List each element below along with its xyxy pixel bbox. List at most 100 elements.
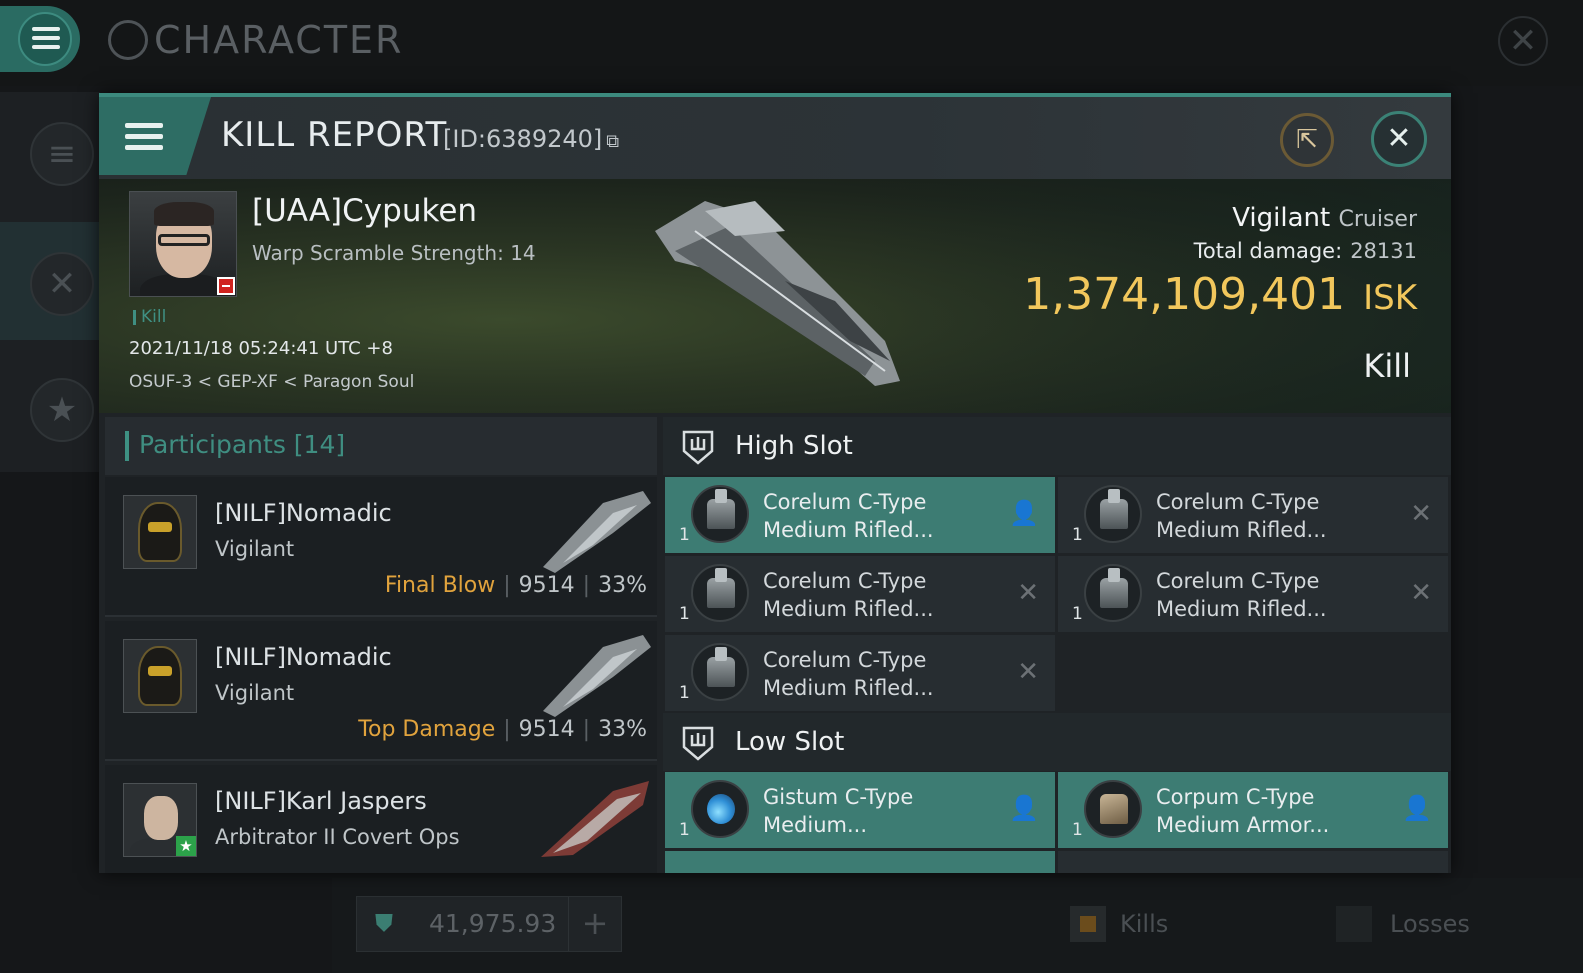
side-item-favorites[interactable]: ★ <box>0 350 100 468</box>
final-blow-tag: Final Blow <box>384 573 496 598</box>
kill-result: Kill <box>1363 347 1411 385</box>
turret-icon <box>691 643 749 701</box>
isk-value: 1,374,109,401 ISK <box>99 269 1417 320</box>
menu-icon <box>125 117 163 156</box>
module-subname: Medium Rifled... <box>763 518 934 542</box>
module-slot[interactable]: 1 Corelum C-Type Medium Rifled... ✕ <box>665 635 1055 711</box>
losses-checkbox[interactable] <box>1336 906 1372 942</box>
total-damage: Total damage: 28131 <box>99 239 1417 263</box>
isk-balance: 41,975.93 <box>429 909 557 938</box>
module-name: Corelum C-Type <box>763 648 927 672</box>
participant-name: [NILF]Karl Jaspers <box>215 787 427 815</box>
module-subname: Medium Rifled... <box>1156 518 1327 542</box>
module-name: Corelum C-Type <box>1156 490 1320 514</box>
participant-row[interactable]: [NILF]Nomadic Vigilant Final Blow | 9514 | 3… <box>105 477 657 617</box>
module-name: Gistum C-Type <box>763 785 914 809</box>
participant-ship: Vigilant <box>215 681 295 705</box>
low-slot-title: Low Slot <box>735 727 845 757</box>
isk-wallet: ⛊ 41,975.93 + <box>356 896 622 952</box>
participant-damage: 9514 <box>518 717 575 742</box>
participant-damage: 9514 <box>518 573 575 598</box>
module-quantity: 1 <box>679 820 690 840</box>
kills-label: Kills <box>1120 910 1169 938</box>
participant-stats: Final Blow | 9514 | 33% <box>384 573 647 598</box>
destroyed-x-icon: ✕ <box>1017 578 1039 608</box>
participant-avatar[interactable] <box>123 495 197 569</box>
module-slot-partial[interactable] <box>1058 851 1448 873</box>
participants-title: Participants [14] <box>139 430 346 459</box>
add-isk-button[interactable]: + <box>568 897 621 951</box>
participant-name: [NILF]Nomadic <box>215 643 392 671</box>
module-subname: Medium Rifled... <box>1156 597 1327 621</box>
module-slot[interactable]: 1 Corelum C-Type Medium Rifled... ✕ <box>1058 556 1448 632</box>
menu-icon <box>32 22 60 54</box>
destroyed-x-icon: ✕ <box>1410 499 1432 529</box>
module-subname: Medium Armor... <box>1156 813 1330 837</box>
module-quantity: 1 <box>679 683 690 703</box>
crossed-swords-icon: ✕ <box>30 252 94 316</box>
side-item-combat[interactable]: ✕ <box>0 222 100 340</box>
ship-name: Vigilant <box>1232 203 1331 233</box>
participant-percent: 33% <box>598 573 647 598</box>
report-id[interactable]: [ID:6389240] ⧉ <box>443 125 619 153</box>
star-badge-icon: ★ <box>176 836 196 856</box>
participant-stats: Top Damage | 9514 | 33% <box>358 717 647 742</box>
losses-label: Losses <box>1390 910 1470 938</box>
wallet-icon: ⛊ <box>375 909 393 937</box>
destroyed-x-icon: ✕ <box>1017 657 1039 687</box>
dialog-title: KILL REPORT <box>221 115 448 155</box>
dropped-person-icon: 👤 <box>1402 794 1432 822</box>
module-name: Corelum C-Type <box>1156 569 1320 593</box>
participant-name: [NILF]Nomadic <box>215 499 392 527</box>
close-icon: ✕ <box>1386 121 1412 156</box>
module-slot[interactable]: 1 Corpum C-Type Medium Armor... 👤 <box>1058 772 1448 848</box>
character-logo-icon <box>108 20 148 60</box>
module-slot[interactable]: 1 Corelum C-Type Medium Rifled... ✕ <box>1058 477 1448 553</box>
module-quantity: 1 <box>1072 604 1083 624</box>
turret-icon <box>1084 485 1142 543</box>
module-name: Corelum C-Type <box>763 490 927 514</box>
module-name: Corelum C-Type <box>763 569 927 593</box>
kills-filter[interactable]: Kills <box>1056 906 1168 942</box>
page-title: CHARACTER <box>154 18 404 62</box>
main-menu-button[interactable] <box>0 6 80 72</box>
isk-amount: 1,374,109,401 <box>1023 269 1346 320</box>
isk-unit: ISK <box>1363 278 1417 318</box>
low-slot-icon <box>682 726 714 761</box>
kills-checkbox[interactable] <box>1070 906 1106 942</box>
participant-row[interactable]: [NILF]Nomadic Vigilant Top Damage | 9514 | 3… <box>105 621 657 761</box>
participant-ship-image <box>543 491 651 573</box>
share-button[interactable]: ⇱ <box>1280 113 1334 167</box>
module-slot[interactable]: 1 Gistum C-Type Medium... 👤 <box>665 772 1055 848</box>
high-slot-header: High Slot <box>663 417 1451 475</box>
dropped-person-icon: 👤 <box>1009 794 1039 822</box>
dropped-person-icon: 👤 <box>1009 499 1039 527</box>
module-slot-partial[interactable] <box>665 851 1055 873</box>
low-slot-header: Low Slot <box>663 713 1451 771</box>
participant-ship-image <box>543 635 651 717</box>
module-slot[interactable]: 1 Corelum C-Type Medium Rifled... 👤 <box>665 477 1055 553</box>
report-id-text: [ID:6389240] <box>443 125 603 153</box>
participant-ship-image <box>541 781 649 857</box>
turret-icon <box>691 564 749 622</box>
side-item-menu[interactable]: ≡ <box>0 96 100 214</box>
copy-icon[interactable]: ⧉ <box>606 131 619 152</box>
share-icon: ⇱ <box>1296 125 1318 155</box>
armor-module-icon <box>1084 780 1142 838</box>
victim-ship[interactable]: Vigilant Cruiser <box>99 203 1417 233</box>
turret-icon <box>691 485 749 543</box>
shield-module-icon <box>691 780 749 838</box>
participant-row[interactable]: ★ [NILF]Karl Jaspers Arbitrator II Cover… <box>105 765 657 873</box>
losses-filter[interactable]: Losses <box>1318 906 1470 942</box>
dialog-close-button[interactable]: ✕ <box>1371 111 1427 167</box>
star-icon: ★ <box>30 378 94 442</box>
close-icon[interactable]: ✕ <box>1498 16 1548 66</box>
damage-label: Total damage: <box>1193 239 1343 263</box>
module-subname: Medium Rifled... <box>763 597 934 621</box>
participant-avatar[interactable] <box>123 639 197 713</box>
module-slot[interactable]: 1 Corelum C-Type Medium Rifled... ✕ <box>665 556 1055 632</box>
kill-report-dialog: KILL REPORT [ID:6389240] ⧉ ⇱ ✕ [UAA]Cypuk… <box>99 93 1451 873</box>
participant-avatar[interactable]: ★ <box>123 783 197 857</box>
high-slot-icon <box>682 430 714 465</box>
module-subname: Medium... <box>763 813 867 837</box>
